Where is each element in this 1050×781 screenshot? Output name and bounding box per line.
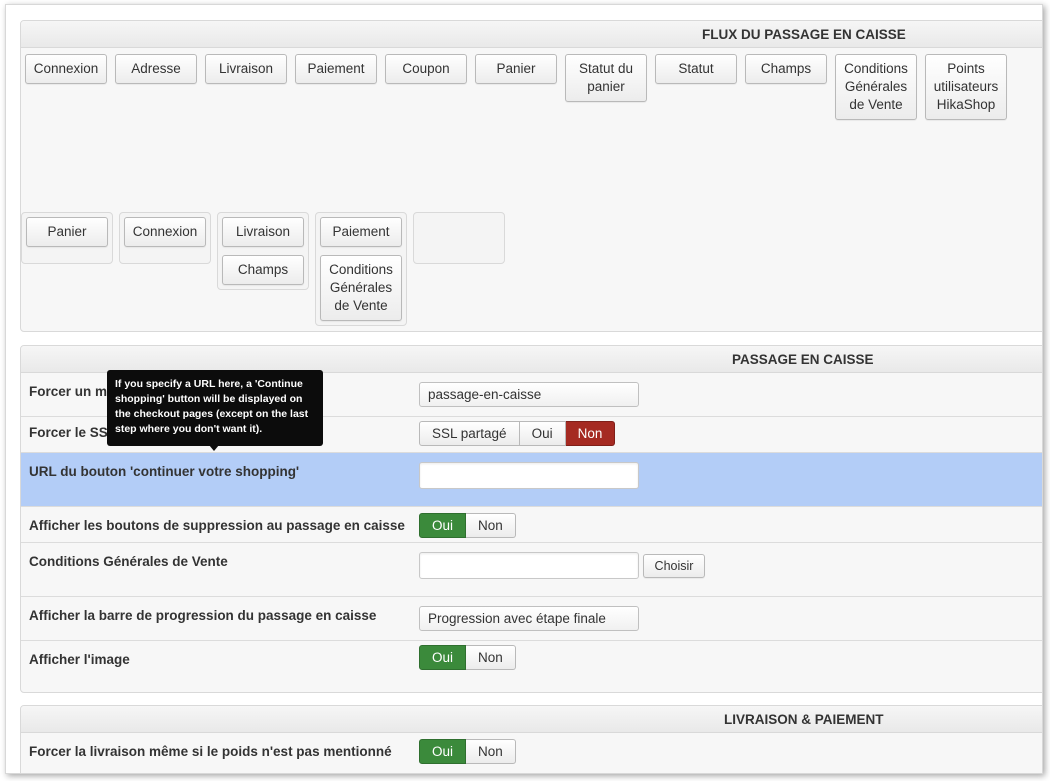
step-block-paiement[interactable]: Paiement [320, 217, 402, 247]
progress-bar-select[interactable]: Progression avec étape finale [419, 606, 639, 631]
shipping-payment-header: LIVRAISON & PAIEMENT [21, 706, 1042, 733]
progress-bar-label: Afficher la barre de progression du pass… [29, 608, 377, 623]
block-points-hikashop[interactable]: Points utilisateurs HikaShop [925, 54, 1007, 120]
row-terms: Conditions Générales de Vente Choisir [21, 542, 1042, 596]
block-paiement[interactable]: Paiement [295, 54, 377, 84]
row-show-delete: Afficher les boutons de suppression au p… [21, 506, 1042, 542]
checkout-settings-header: PASSAGE EN CAISSE [21, 346, 1042, 373]
force-ssl-label: Forcer le SSL [29, 425, 117, 440]
checkout-flow-panel: FLUX DU PASSAGE EN CAISSE Connexion Adre… [20, 20, 1042, 332]
continue-url-input[interactable] [419, 462, 639, 489]
row-progress-bar: Afficher la barre de progression du pass… [21, 596, 1042, 640]
terms-choose-button[interactable]: Choisir [643, 554, 705, 578]
block-cgv[interactable]: Conditions Générales de Vente [835, 54, 917, 120]
step-block-connexion[interactable]: Connexion [124, 217, 206, 247]
show-image-toggle: Oui Non [419, 645, 516, 670]
show-image-no[interactable]: Non [466, 645, 516, 670]
force-menu-select[interactable]: passage-en-caisse [419, 382, 639, 407]
tooltip-arrow [209, 445, 219, 451]
step-block-livraison[interactable]: Livraison [222, 217, 304, 247]
block-statut-panier[interactable]: Statut du panier [565, 54, 647, 102]
shipping-payment-panel: LIVRAISON & PAIEMENT Forcer la livraison… [20, 705, 1042, 773]
step-block-champs[interactable]: Champs [222, 255, 304, 285]
block-adresse[interactable]: Adresse [115, 54, 197, 84]
step-slot-4[interactable]: Paiement Conditions Générales de Vente [315, 212, 407, 326]
row-continue-url: URL du bouton 'continuer votre shopping' [21, 452, 1042, 506]
step-slot-2[interactable]: Connexion [119, 212, 211, 264]
checkout-flow-header: FLUX DU PASSAGE EN CAISSE [21, 21, 1042, 48]
force-shipping-no[interactable]: Non [466, 739, 516, 764]
step-slot-3[interactable]: Livraison Champs [217, 212, 309, 290]
ssl-shared-option[interactable]: SSL partagé [419, 421, 520, 446]
checkout-settings-title: PASSAGE EN CAISSE [732, 352, 874, 367]
row-force-shipping: Forcer la livraison même si le poids n'e… [21, 733, 1042, 773]
shipping-payment-title: LIVRAISON & PAIEMENT [724, 712, 884, 727]
block-champs[interactable]: Champs [745, 54, 827, 84]
show-delete-label: Afficher les boutons de suppression au p… [29, 518, 405, 533]
ssl-yes-option[interactable]: Oui [519, 421, 566, 446]
block-panier[interactable]: Panier [475, 54, 557, 84]
continue-url-tooltip: If you specify a URL here, a 'Continue s… [107, 370, 323, 446]
force-shipping-label: Forcer la livraison même si le poids n'e… [29, 744, 392, 759]
step-slot-empty[interactable] [413, 212, 505, 264]
checkout-flow-title: FLUX DU PASSAGE EN CAISSE [702, 27, 906, 42]
step-block-panier[interactable]: Panier [26, 217, 108, 247]
block-livraison[interactable]: Livraison [205, 54, 287, 84]
force-ssl-toggle: SSL partagé Oui Non [419, 421, 616, 446]
force-shipping-yes[interactable]: Oui [419, 739, 467, 764]
terms-label: Conditions Générales de Vente [29, 554, 228, 569]
continue-url-label: URL du bouton 'continuer votre shopping' [29, 464, 300, 479]
show-image-yes[interactable]: Oui [419, 645, 467, 670]
block-statut[interactable]: Statut [655, 54, 737, 84]
ssl-no-option[interactable]: Non [565, 421, 616, 446]
row-show-image: Afficher l'image Oui Non [21, 640, 1042, 692]
show-delete-yes[interactable]: Oui [419, 513, 467, 538]
show-delete-no[interactable]: Non [466, 513, 516, 538]
step-slot-1[interactable]: Panier [21, 212, 113, 264]
terms-input[interactable] [419, 552, 639, 579]
block-connexion[interactable]: Connexion [25, 54, 107, 84]
show-delete-toggle: Oui Non [419, 513, 516, 538]
block-coupon[interactable]: Coupon [385, 54, 467, 84]
step-block-cgv[interactable]: Conditions Générales de Vente [320, 255, 402, 321]
force-shipping-toggle: Oui Non [419, 739, 516, 764]
show-image-label: Afficher l'image [29, 652, 130, 667]
